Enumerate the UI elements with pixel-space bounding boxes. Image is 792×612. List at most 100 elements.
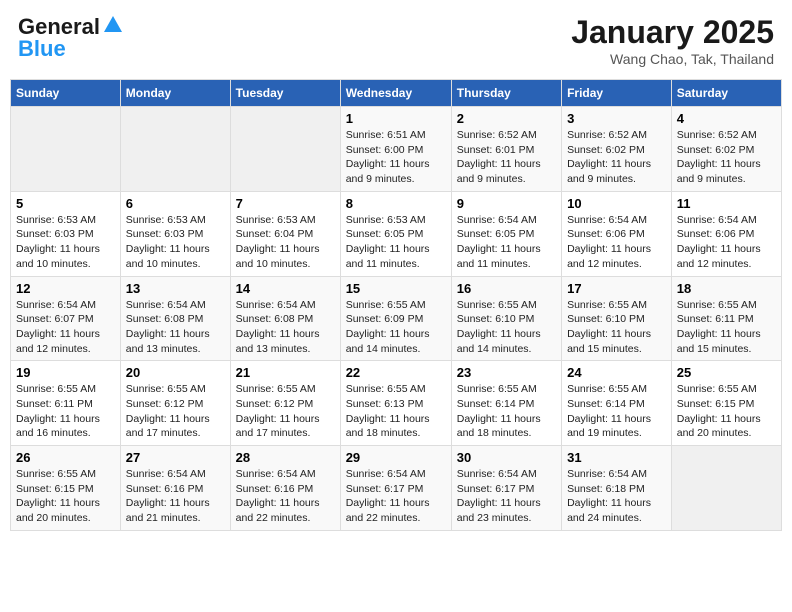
calendar-week-4: 19 Sunrise: 6:55 AM Sunset: 6:11 PM Dayli… [11,361,782,446]
day-info: Sunrise: 6:55 AM Sunset: 6:10 PM Dayligh… [457,298,556,357]
calendar-cell [120,107,230,192]
day-info: Sunrise: 6:54 AM Sunset: 6:08 PM Dayligh… [236,298,335,357]
calendar-cell: 27Sunrise: 6:54 AM Sunset: 6:16 PM Dayli… [120,446,230,531]
day-info: Sunrise: 6:54 AM Sunset: 6:06 PM Dayligh… [677,213,776,272]
month-title: January 2025 [571,14,774,51]
calendar-cell [671,446,781,531]
day-number: 22 [346,365,446,380]
day-info: Sunrise: 6:54 AM Sunset: 6:06 PM Dayligh… [567,213,666,272]
day-info: Sunrise: 6:55 AM Sunset: 6:11 PM Dayligh… [677,298,776,357]
day-number: 5 [16,196,115,211]
day-info: Sunrise: 6:53 AM Sunset: 6:05 PM Dayligh… [346,213,446,272]
weekday-header-monday: Monday [120,80,230,107]
calendar-cell: 11 Sunrise: 6:54 AM Sunset: 6:06 PM Dayli… [671,191,781,276]
day-info: Sunrise: 6:54 AM Sunset: 6:08 PM Dayligh… [126,298,225,357]
calendar-cell: 26Sunrise: 6:55 AM Sunset: 6:15 PM Dayli… [11,446,121,531]
day-info: Sunrise: 6:55 AM Sunset: 6:12 PM Dayligh… [126,382,225,441]
calendar-week-3: 12 Sunrise: 6:54 AM Sunset: 6:07 PM Dayli… [11,276,782,361]
day-number: 15 [346,281,446,296]
calendar-cell: 6Sunrise: 6:53 AM Sunset: 6:03 PM Daylig… [120,191,230,276]
logo-blue: Blue [18,36,66,62]
calendar-week-1: 1Sunrise: 6:51 AM Sunset: 6:00 PM Daylig… [11,107,782,192]
weekday-header-row: SundayMondayTuesdayWednesdayThursdayFrid… [11,80,782,107]
calendar-cell: 22Sunrise: 6:55 AM Sunset: 6:13 PM Dayli… [340,361,451,446]
day-number: 12 [16,281,115,296]
calendar-table: SundayMondayTuesdayWednesdayThursdayFrid… [10,79,782,531]
calendar-cell: 12 Sunrise: 6:54 AM Sunset: 6:07 PM Dayli… [11,276,121,361]
calendar-cell: 28 Sunrise: 6:54 AM Sunset: 6:16 PM Dayli… [230,446,340,531]
calendar-cell: 23Sunrise: 6:55 AM Sunset: 6:14 PM Dayli… [451,361,561,446]
calendar-cell: 31 Sunrise: 6:54 AM Sunset: 6:18 PM Dayli… [562,446,672,531]
day-number: 20 [126,365,225,380]
calendar-cell: 5 Sunrise: 6:53 AM Sunset: 6:03 PM Daylig… [11,191,121,276]
calendar-cell: 8 Sunrise: 6:53 AM Sunset: 6:05 PM Daylig… [340,191,451,276]
calendar-cell: 10 Sunrise: 6:54 AM Sunset: 6:06 PM Dayli… [562,191,672,276]
calendar-week-5: 26Sunrise: 6:55 AM Sunset: 6:15 PM Dayli… [11,446,782,531]
logo-icon [102,14,124,36]
calendar-cell: 25Sunrise: 6:55 AM Sunset: 6:15 PM Dayli… [671,361,781,446]
weekday-header-saturday: Saturday [671,80,781,107]
day-info: Sunrise: 6:53 AM Sunset: 6:03 PM Dayligh… [16,213,115,272]
calendar-cell: 4 Sunrise: 6:52 AM Sunset: 6:02 PM Daylig… [671,107,781,192]
day-info: Sunrise: 6:54 AM Sunset: 6:17 PM Dayligh… [457,467,556,526]
calendar-cell [11,107,121,192]
page-header: General Blue January 2025 Wang Chao, Tak… [10,10,782,71]
calendar-cell: 14 Sunrise: 6:54 AM Sunset: 6:08 PM Dayli… [230,276,340,361]
day-number: 10 [567,196,666,211]
day-number: 24 [567,365,666,380]
day-info: Sunrise: 6:52 AM Sunset: 6:02 PM Dayligh… [677,128,776,187]
day-info: Sunrise: 6:55 AM Sunset: 6:14 PM Dayligh… [567,382,666,441]
day-number: 16 [457,281,556,296]
day-number: 17 [567,281,666,296]
day-info: Sunrise: 6:54 AM Sunset: 6:16 PM Dayligh… [236,467,335,526]
day-number: 7 [236,196,335,211]
day-info: Sunrise: 6:52 AM Sunset: 6:02 PM Dayligh… [567,128,666,187]
day-number: 31 [567,450,666,465]
weekday-header-tuesday: Tuesday [230,80,340,107]
day-info: Sunrise: 6:55 AM Sunset: 6:14 PM Dayligh… [457,382,556,441]
calendar-cell: 19 Sunrise: 6:55 AM Sunset: 6:11 PM Dayli… [11,361,121,446]
day-number: 8 [346,196,446,211]
day-info: Sunrise: 6:54 AM Sunset: 6:17 PM Dayligh… [346,467,446,526]
day-number: 14 [236,281,335,296]
calendar-cell: 13Sunrise: 6:54 AM Sunset: 6:08 PM Dayli… [120,276,230,361]
calendar-cell: 21Sunrise: 6:55 AM Sunset: 6:12 PM Dayli… [230,361,340,446]
calendar-cell: 3Sunrise: 6:52 AM Sunset: 6:02 PM Daylig… [562,107,672,192]
day-number: 9 [457,196,556,211]
day-number: 19 [16,365,115,380]
day-number: 4 [677,111,776,126]
day-number: 11 [677,196,776,211]
day-info: Sunrise: 6:54 AM Sunset: 6:07 PM Dayligh… [16,298,115,357]
day-info: Sunrise: 6:52 AM Sunset: 6:01 PM Dayligh… [457,128,556,187]
calendar-cell: 7 Sunrise: 6:53 AM Sunset: 6:04 PM Daylig… [230,191,340,276]
day-number: 27 [126,450,225,465]
calendar-cell: 2 Sunrise: 6:52 AM Sunset: 6:01 PM Daylig… [451,107,561,192]
day-number: 30 [457,450,556,465]
day-number: 2 [457,111,556,126]
calendar-cell: 15Sunrise: 6:55 AM Sunset: 6:09 PM Dayli… [340,276,451,361]
day-info: Sunrise: 6:55 AM Sunset: 6:11 PM Dayligh… [16,382,115,441]
day-number: 29 [346,450,446,465]
weekday-header-thursday: Thursday [451,80,561,107]
day-info: Sunrise: 6:53 AM Sunset: 6:04 PM Dayligh… [236,213,335,272]
calendar-cell: 16 Sunrise: 6:55 AM Sunset: 6:10 PM Dayli… [451,276,561,361]
calendar-week-2: 5 Sunrise: 6:53 AM Sunset: 6:03 PM Daylig… [11,191,782,276]
calendar-cell: 1Sunrise: 6:51 AM Sunset: 6:00 PM Daylig… [340,107,451,192]
day-info: Sunrise: 6:55 AM Sunset: 6:15 PM Dayligh… [16,467,115,526]
calendar-cell: 29 Sunrise: 6:54 AM Sunset: 6:17 PM Dayli… [340,446,451,531]
day-info: Sunrise: 6:54 AM Sunset: 6:05 PM Dayligh… [457,213,556,272]
day-info: Sunrise: 6:55 AM Sunset: 6:12 PM Dayligh… [236,382,335,441]
calendar-cell: 20 Sunrise: 6:55 AM Sunset: 6:12 PM Dayli… [120,361,230,446]
day-info: Sunrise: 6:54 AM Sunset: 6:18 PM Dayligh… [567,467,666,526]
calendar-cell: 9 Sunrise: 6:54 AM Sunset: 6:05 PM Daylig… [451,191,561,276]
calendar-cell: 17 Sunrise: 6:55 AM Sunset: 6:10 PM Dayli… [562,276,672,361]
day-info: Sunrise: 6:55 AM Sunset: 6:10 PM Dayligh… [567,298,666,357]
title-block: January 2025 Wang Chao, Tak, Thailand [571,14,774,67]
calendar-cell: 30 Sunrise: 6:54 AM Sunset: 6:17 PM Dayli… [451,446,561,531]
logo: General Blue [18,14,124,62]
day-number: 18 [677,281,776,296]
location: Wang Chao, Tak, Thailand [571,51,774,67]
day-info: Sunrise: 6:55 AM Sunset: 6:15 PM Dayligh… [677,382,776,441]
day-number: 6 [126,196,225,211]
day-number: 28 [236,450,335,465]
